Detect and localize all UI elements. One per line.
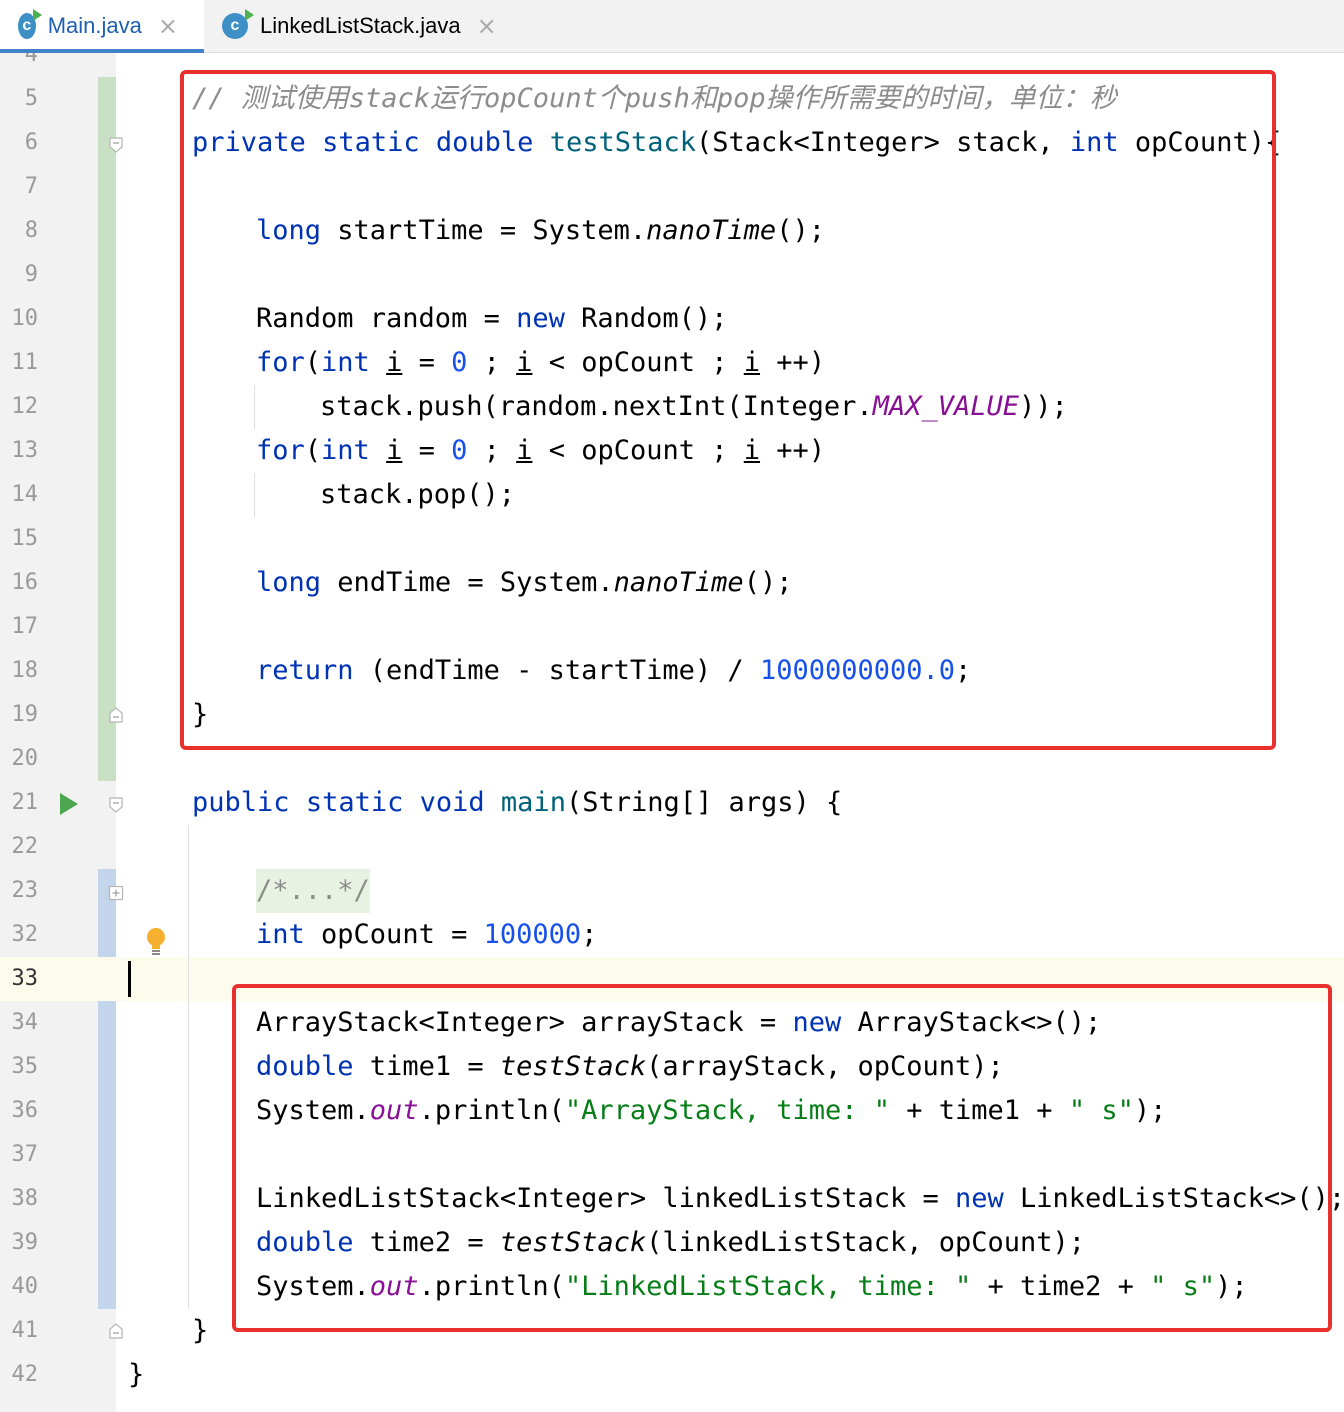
expand-fold-icon[interactable] [108, 885, 124, 901]
lightbulb-icon[interactable] [146, 927, 166, 957]
java-class-icon: c [18, 9, 42, 39]
highlight-box-teststack [180, 70, 1276, 750]
code-line: 42 } [11, 1359, 145, 1390]
tab-label: LinkedListStack.java [260, 13, 461, 38]
tab-label: Main.java [47, 13, 142, 38]
run-icon[interactable] [60, 793, 78, 815]
fold-icon[interactable] [108, 797, 124, 813]
editor-tab-bar: c Main.java × c LinkedListStack.java × [0, 0, 1344, 53]
code-line: 23 /*...*/ [0, 869, 1344, 913]
code-line: 22 [11, 834, 39, 859]
close-icon[interactable]: × [477, 12, 497, 40]
tab-main-java[interactable]: c Main.java × [0, 0, 204, 53]
fold-icon[interactable] [108, 137, 124, 153]
collapsed-fold[interactable]: /*...*/ [256, 869, 370, 913]
fold-end-icon[interactable] [108, 1323, 124, 1339]
tab-linkedliststack-java[interactable]: c LinkedListStack.java × [204, 0, 526, 52]
close-icon[interactable]: × [158, 12, 178, 40]
code-line: 21 public static void main(String[] args… [11, 787, 843, 818]
code-line: 32 int opCount = 100000; [11, 919, 598, 950]
java-class-icon: c [222, 9, 254, 39]
text-caret [128, 961, 131, 997]
highlight-box-main-tests [232, 984, 1332, 1332]
fold-end-icon[interactable] [108, 707, 124, 723]
code-editor[interactable]: 4 5 // 测试使用stack运行opCount个push和pop操作所需要的… [0, 53, 1344, 1412]
